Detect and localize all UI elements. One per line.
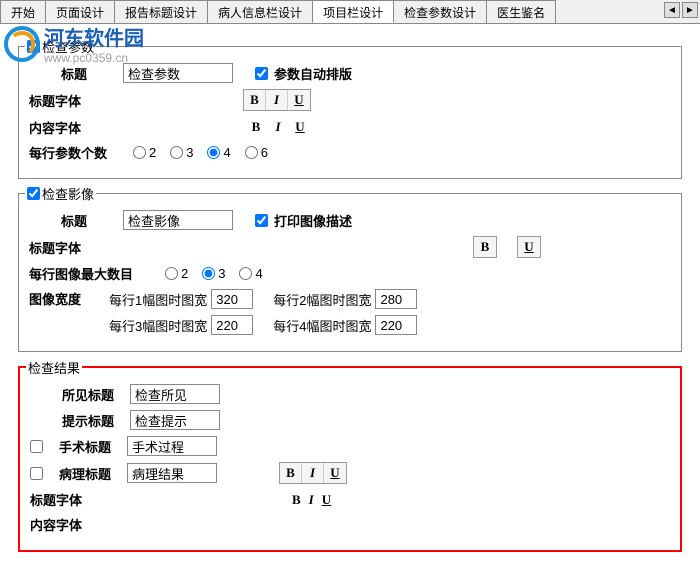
bold-button[interactable]: B <box>280 463 302 483</box>
group-exam-result-title: 检查结果 <box>28 358 80 377</box>
width2-label: 每行2幅图时图宽 <box>273 290 371 309</box>
image-width-label: 图像宽度 <box>29 289 89 309</box>
tab-page-design[interactable]: 页面设计 <box>45 0 115 23</box>
tab-prev-icon[interactable]: ◄ <box>664 2 680 18</box>
auto-layout-label: 参数自动排版 <box>274 64 352 83</box>
width1-input[interactable] <box>211 289 253 309</box>
tab-exam-param-design[interactable]: 检查参数设计 <box>393 0 487 23</box>
underline-button[interactable]: U <box>324 463 346 483</box>
image-title-input[interactable] <box>123 210 233 230</box>
pathology-title-label: 病理标题 <box>59 464 121 483</box>
width1-label: 每行1幅图时图宽 <box>109 290 207 309</box>
hint-title-label: 提示标题 <box>62 411 124 430</box>
content-font-label: 内容字体 <box>29 118 89 137</box>
bold-button[interactable]: B <box>473 236 497 258</box>
seen-title-input[interactable] <box>130 384 220 404</box>
hint-title-input[interactable] <box>130 410 220 430</box>
italic-button[interactable]: I <box>302 463 324 483</box>
content-font-biu: B I U <box>245 117 311 137</box>
img-per-row-radio-4[interactable] <box>239 267 252 280</box>
bold-button[interactable]: B <box>244 90 266 110</box>
surgery-title-input[interactable] <box>127 436 217 456</box>
width3-input[interactable] <box>211 315 253 335</box>
surgery-title-label: 手术标题 <box>59 437 121 456</box>
result-title-font-label: 标题字体 <box>30 490 90 509</box>
italic-button[interactable]: I <box>266 90 288 110</box>
group-exam-result: 检查结果 所见标题 提示标题 手术标题 病理标题 B I U 标题 <box>18 366 682 552</box>
watermark-logo: 河东软件园 www.pc0359.cn <box>4 22 144 65</box>
per-row-count-label: 每行参数个数 <box>29 143 127 162</box>
pathology-title-checkbox[interactable] <box>30 467 43 480</box>
per-row-radio-4[interactable] <box>207 146 220 159</box>
underline-button[interactable]: U <box>288 90 310 110</box>
per-row-radio-6[interactable] <box>245 146 258 159</box>
bold-button[interactable]: B <box>292 492 301 508</box>
logo-text-cn: 河东软件园 <box>44 22 144 51</box>
underline-button[interactable]: U <box>322 492 331 508</box>
group-exam-image-checkbox[interactable] <box>27 187 40 200</box>
auto-layout-checkbox[interactable] <box>255 67 268 80</box>
image-max-per-row-label: 每行图像最大数目 <box>29 264 159 283</box>
per-row-radio-2[interactable] <box>133 146 146 159</box>
group-exam-image-title: 检查影像 <box>42 184 94 203</box>
tab-report-title-design[interactable]: 报告标题设计 <box>114 0 208 23</box>
print-desc-checkbox[interactable] <box>255 214 268 227</box>
bold-button[interactable]: B <box>245 117 267 137</box>
pathology-biu: B I U <box>279 462 347 484</box>
underline-button[interactable]: U <box>517 236 541 258</box>
print-desc-label: 打印图像描述 <box>274 211 352 230</box>
image-title-label: 标题 <box>61 211 117 230</box>
seen-title-label: 所见标题 <box>62 385 124 404</box>
tab-start[interactable]: 开始 <box>0 0 46 23</box>
per-row-radio-group: 2 3 4 6 <box>133 145 268 160</box>
width3-label: 每行3幅图时图宽 <box>109 316 207 335</box>
pathology-title-input[interactable] <box>127 463 217 483</box>
width2-input[interactable] <box>375 289 417 309</box>
title-font-biu: B I U <box>243 89 311 111</box>
tab-doctor-signature[interactable]: 医生鉴名 <box>486 0 556 23</box>
width4-label: 每行4幅图时图宽 <box>273 316 371 335</box>
underline-button[interactable]: U <box>289 117 311 137</box>
surgery-title-checkbox[interactable] <box>30 440 43 453</box>
group-exam-params: 检查参数 标题 参数自动排版 标题字体 B I U 内容字体 B I U <box>18 46 682 179</box>
result-title-biu: B I U <box>292 492 331 508</box>
title-font-label: 标题字体 <box>29 91 89 110</box>
title-label: 标题 <box>61 64 117 83</box>
per-row-radio-3[interactable] <box>170 146 183 159</box>
image-max-radio-group: 2 3 4 <box>165 266 263 281</box>
tab-next-icon[interactable]: ► <box>682 2 698 18</box>
img-per-row-radio-2[interactable] <box>165 267 178 280</box>
result-content-font-label: 内容字体 <box>30 515 90 534</box>
logo-icon <box>4 26 40 62</box>
width4-input[interactable] <box>375 315 417 335</box>
tab-nav-arrows: ◄ ► <box>664 2 698 18</box>
group-exam-image: 检查影像 标题 打印图像描述 标题字体 B U 每行图像最大数目 2 3 4 <box>18 193 682 352</box>
exam-title-input[interactable] <box>123 63 233 83</box>
image-title-font-label: 标题字体 <box>29 238 89 257</box>
tab-bar: 开始 页面设计 报告标题设计 病人信息栏设计 项目栏设计 检查参数设计 医生鉴名… <box>0 0 700 24</box>
tab-patient-info-design[interactable]: 病人信息栏设计 <box>207 0 313 23</box>
tab-item-column-design[interactable]: 项目栏设计 <box>312 0 394 23</box>
italic-button[interactable]: I <box>309 492 314 508</box>
italic-button[interactable]: I <box>267 117 289 137</box>
img-per-row-radio-3[interactable] <box>202 267 215 280</box>
logo-text-url: www.pc0359.cn <box>44 51 144 65</box>
